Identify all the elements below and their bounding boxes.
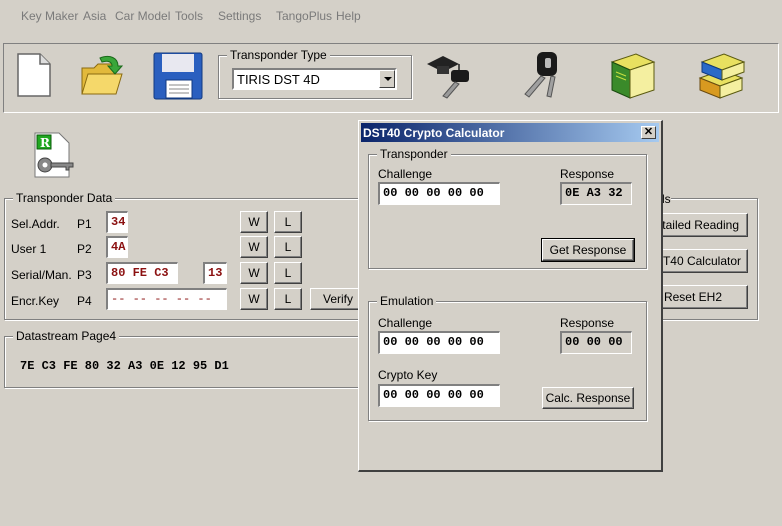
dst40-dialog: DST40 Crypto Calculator ✕ Transponder Ch…: [358, 120, 663, 472]
graduate-key-icon[interactable]: [425, 52, 477, 100]
emulation-response-field: 00 00 00: [560, 331, 632, 354]
p2-label: P2: [77, 242, 92, 256]
p3-write-button[interactable]: W: [240, 262, 268, 284]
dialog-title: DST40 Crypto Calculator: [363, 126, 505, 140]
p4-label: P4: [77, 294, 92, 308]
emulation-challenge-label: Challenge: [378, 316, 433, 330]
transponder-challenge-label: Challenge: [378, 167, 433, 181]
menu-bar: Key Maker Asia Car Model Tools Settings …: [0, 0, 782, 30]
datastream-title: Datastream Page4: [13, 329, 120, 343]
open-folder-icon[interactable]: [78, 54, 126, 98]
p1-read-button[interactable]: L: [274, 211, 302, 233]
close-icon[interactable]: ✕: [641, 126, 656, 139]
p2-read-button[interactable]: L: [274, 236, 302, 258]
dst40-calculator-button[interactable]: ST40 Calculator: [650, 249, 748, 273]
transponder-challenge-field[interactable]: 00 00 00 00 00: [378, 182, 500, 205]
detailed-reading-button[interactable]: etailed Reading: [650, 213, 748, 237]
books-icon[interactable]: [696, 52, 748, 100]
menu-settings[interactable]: Settings: [218, 9, 261, 23]
reset-eh2-button[interactable]: Reset EH2: [650, 285, 748, 309]
menu-tangoplus[interactable]: TangoPlus: [276, 9, 332, 23]
emulation-challenge-field[interactable]: 00 00 00 00 00: [378, 331, 500, 354]
book-icon[interactable]: [608, 52, 658, 100]
transponder-response-label: Response: [560, 167, 615, 181]
menu-tools[interactable]: Tools: [175, 9, 203, 23]
p4-read-button[interactable]: L: [274, 288, 302, 310]
get-response-button[interactable]: Get Response: [541, 238, 635, 262]
datastream-value: 7E C3 FE 80 32 A3 0E 12 95 D1: [20, 359, 229, 373]
menu-car-model[interactable]: Car Model: [115, 9, 170, 23]
transponder-type-value: TIRIS DST 4D: [237, 72, 320, 87]
transponder-data-title: Transponder Data: [13, 191, 116, 205]
menu-asia[interactable]: Asia: [83, 9, 106, 23]
p2-field[interactable]: 4A: [106, 236, 128, 258]
p3-field[interactable]: 80 FE C3: [106, 262, 178, 284]
emulation-response-label: Response: [560, 316, 615, 330]
calc-response-button[interactable]: Calc. Response: [542, 387, 634, 409]
encr-key-label: Encr.Key: [11, 294, 60, 308]
chevron-down-icon[interactable]: [379, 70, 395, 88]
p4-field[interactable]: -- -- -- -- --: [106, 288, 227, 310]
transponder-type-select[interactable]: TIRIS DST 4D: [232, 68, 397, 90]
p4-write-button[interactable]: W: [240, 288, 268, 310]
p1-field[interactable]: 34: [106, 211, 128, 233]
transponder-type-label: Transponder Type: [227, 48, 330, 62]
p3-label: P3: [77, 268, 92, 282]
user1-label: User 1: [11, 242, 47, 256]
new-document-icon[interactable]: [16, 52, 52, 98]
menu-key-maker[interactable]: Key Maker: [21, 9, 78, 23]
p1-label: P1: [77, 217, 92, 231]
save-disk-icon[interactable]: [153, 52, 203, 100]
keys-icon[interactable]: [517, 50, 569, 100]
menu-help[interactable]: Help: [336, 9, 361, 23]
p3-read-button[interactable]: L: [274, 262, 302, 284]
transponder-response-field: 0E A3 32: [560, 182, 632, 205]
svg-text:R: R: [40, 136, 51, 150]
p1-write-button[interactable]: W: [240, 211, 268, 233]
p3-extra-field[interactable]: 13: [203, 262, 227, 284]
crypto-key-field[interactable]: 00 00 00 00 00: [378, 384, 500, 407]
crypto-key-label: Crypto Key: [378, 368, 438, 382]
tools-group-title: ls: [662, 192, 671, 206]
verify-button[interactable]: Verify: [310, 288, 360, 310]
dialog-title-bar[interactable]: DST40 Crypto Calculator ✕: [361, 123, 659, 142]
dialog-transponder-title: Transponder: [377, 147, 451, 161]
dialog-emulation-title: Emulation: [377, 294, 437, 308]
serial-man-label: Serial/Man.: [11, 268, 72, 282]
sel-addr-label: Sel.Addr.: [11, 217, 60, 231]
p2-write-button[interactable]: W: [240, 236, 268, 258]
rom-key-icon[interactable]: R: [33, 131, 75, 179]
